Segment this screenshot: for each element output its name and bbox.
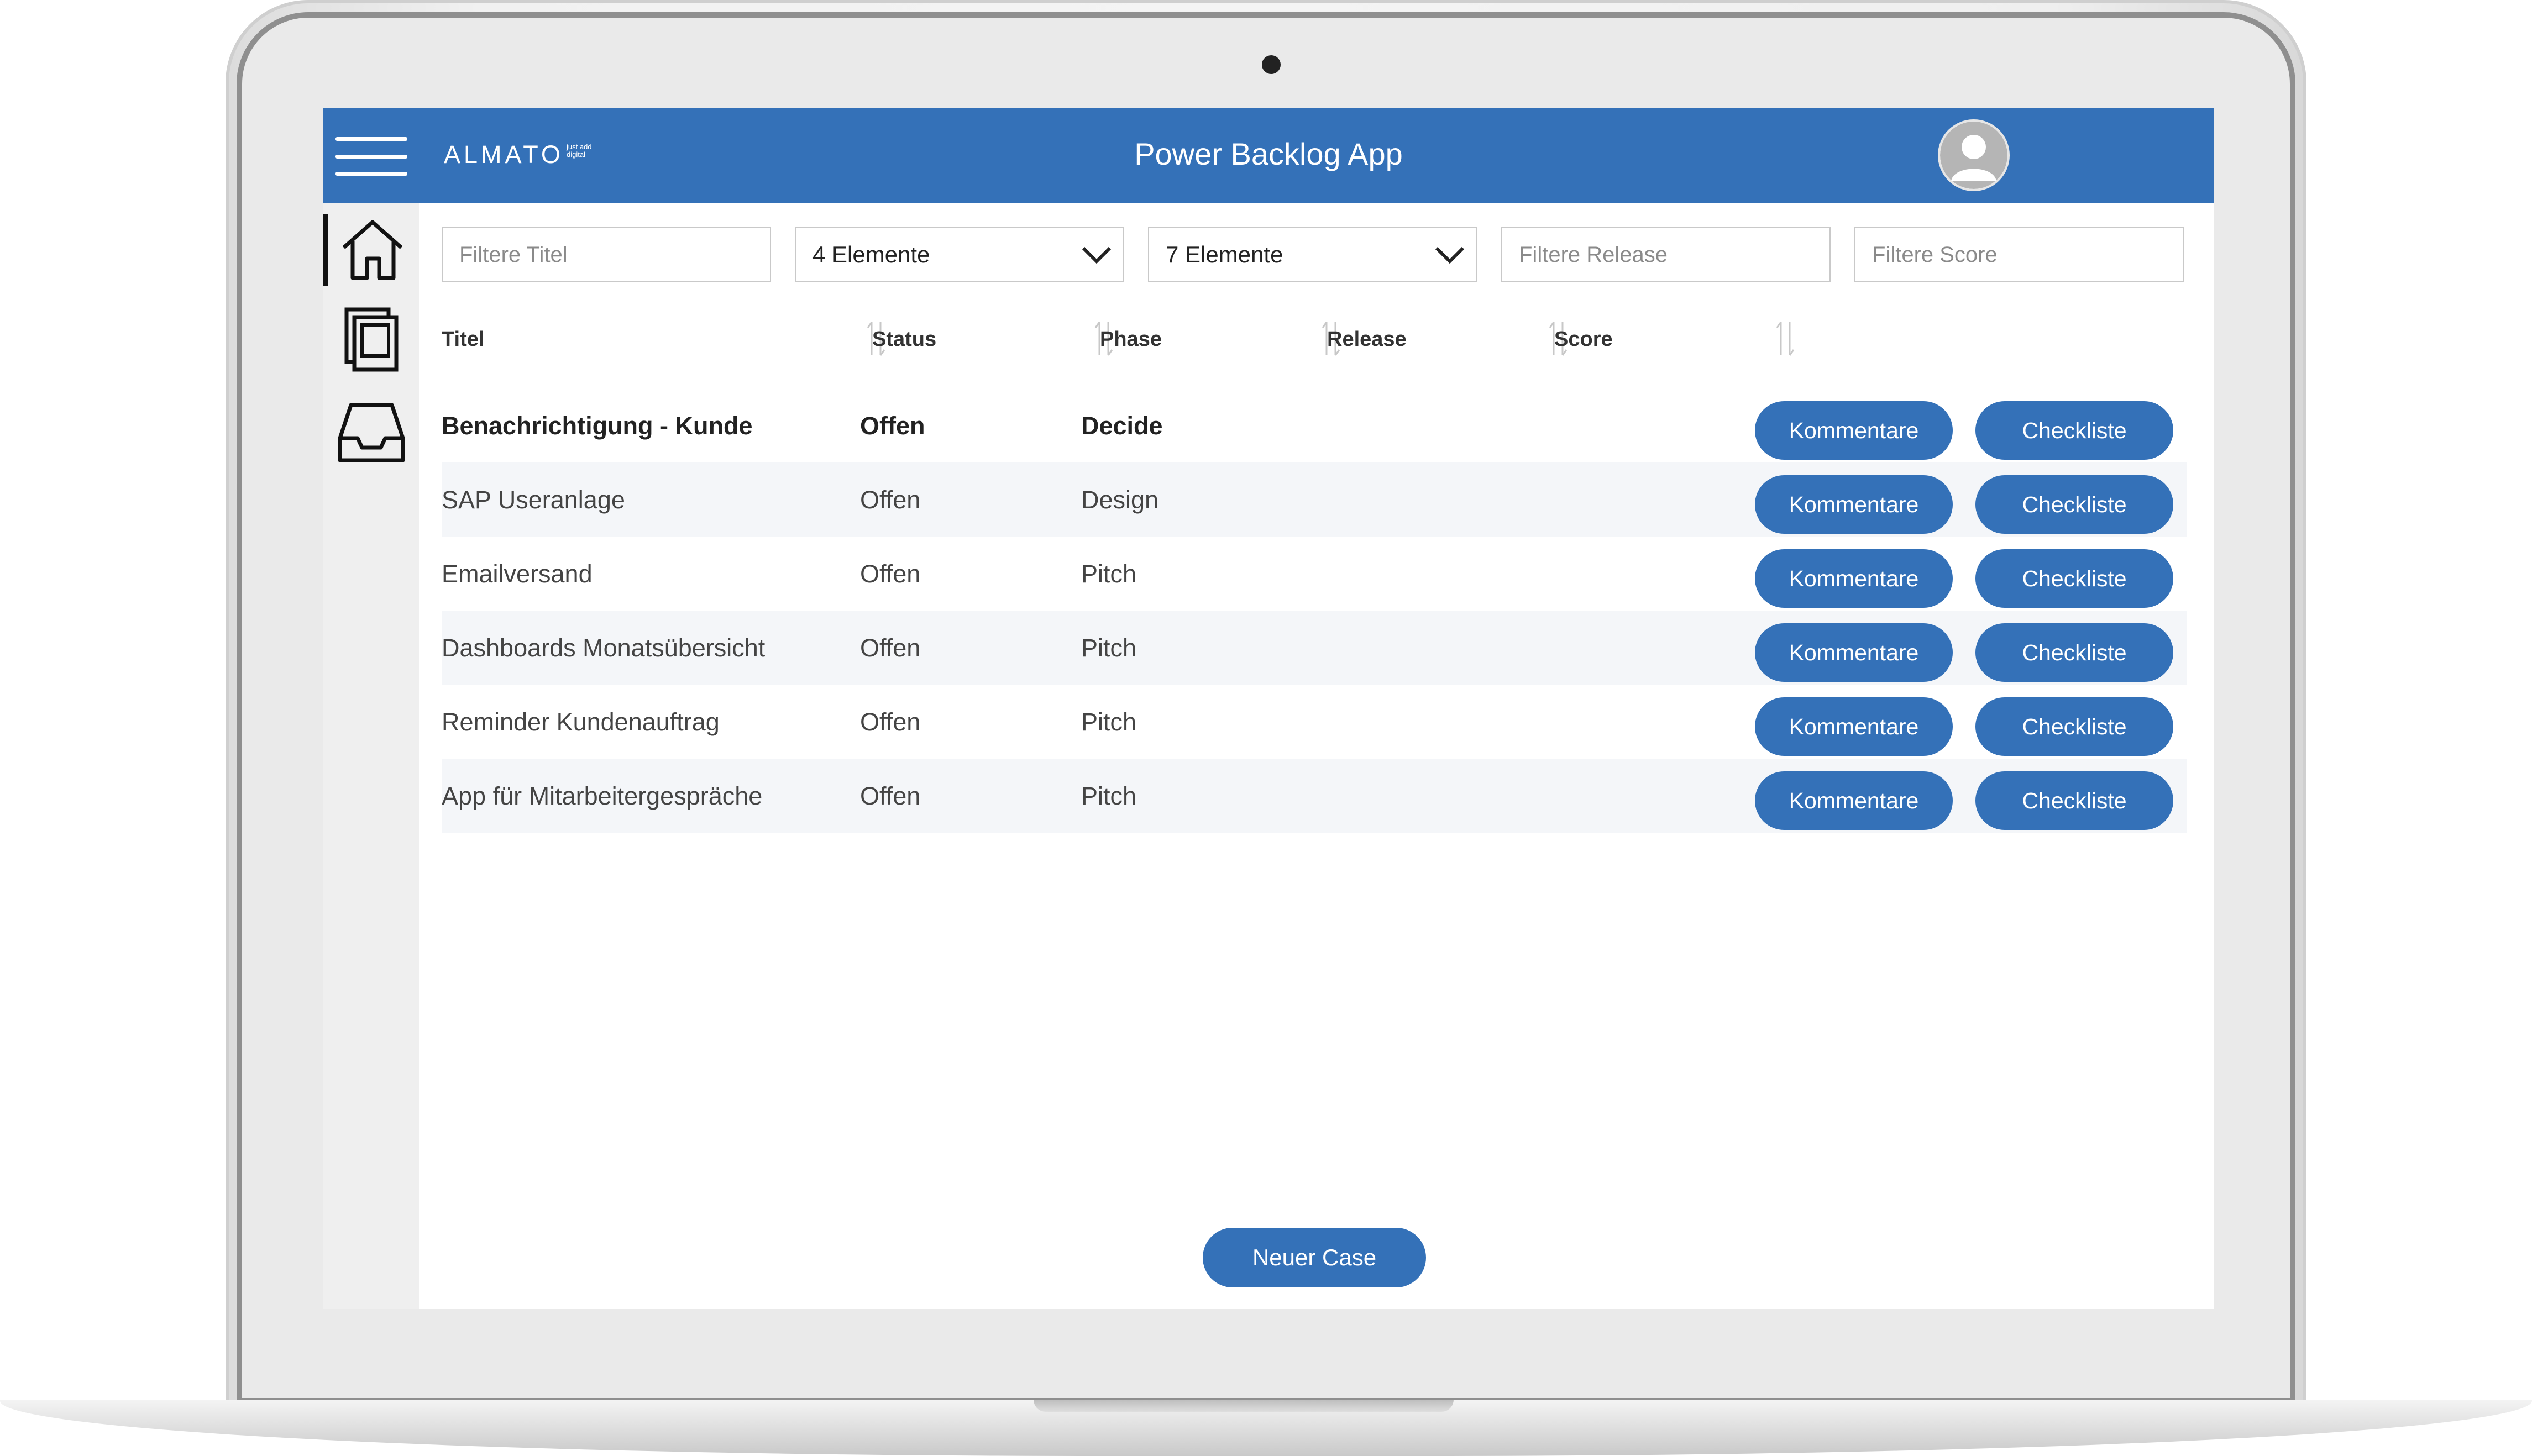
table-row[interactable]: SAP Useranlage Offen Design Kommentare C… (442, 462, 2187, 537)
checkliste-button[interactable]: Checkliste (1975, 401, 2173, 460)
column-header-release[interactable]: Release (1327, 328, 1407, 351)
sidebar-item-home[interactable] (323, 214, 419, 286)
table-row[interactable]: App für Mitarbeitergespräche Offen Pitch… (442, 759, 2187, 833)
sort-icon[interactable] (1774, 317, 1796, 361)
table-row[interactable]: Dashboards Monatsübersicht Offen Pitch K… (442, 611, 2187, 685)
phase-dropdown-value: 7 Elemente (1166, 241, 1283, 267)
kommentare-button[interactable]: Kommentare (1755, 549, 1953, 608)
row-status: Offen (860, 634, 921, 662)
chevron-down-icon (1082, 246, 1112, 264)
row-titel: SAP Useranlage (442, 486, 625, 514)
row-phase: Pitch (1081, 634, 1137, 662)
user-icon (1940, 122, 2007, 189)
kommentare-button[interactable]: Kommentare (1755, 697, 1953, 756)
home-icon (342, 220, 403, 280)
table-row[interactable]: Benachrichtigung - Kunde Offen Decide Ko… (442, 388, 2187, 462)
row-phase: Pitch (1081, 782, 1137, 810)
row-status: Offen (860, 486, 921, 514)
filter-release-input[interactable] (1501, 227, 1831, 282)
column-header-phase[interactable]: Phase (1100, 328, 1162, 351)
table-row[interactable]: Reminder Kundenauftrag Offen Pitch Komme… (442, 685, 2187, 759)
row-titel: App für Mitarbeitergespräche (442, 782, 763, 810)
column-header-titel[interactable]: Titel (442, 328, 484, 351)
kommentare-button[interactable]: Kommentare (1755, 623, 1953, 682)
row-phase: Pitch (1081, 560, 1137, 588)
row-titel: Emailversand (442, 560, 593, 588)
row-status: Offen (860, 412, 925, 440)
checkliste-button[interactable]: Checkliste (1975, 475, 2173, 534)
new-case-button[interactable]: Neuer Case (1203, 1228, 1426, 1287)
inbox-tray-icon (338, 403, 405, 462)
column-header-score[interactable]: Score (1554, 328, 1613, 351)
status-dropdown-value: 4 Elemente (812, 241, 930, 267)
stacked-pages-icon (344, 307, 399, 372)
checkliste-button[interactable]: Checkliste (1975, 697, 2173, 756)
sidebar-item-inbox[interactable] (323, 397, 419, 469)
app-screen: ALMATO just add digital Power Backlog Ap… (323, 108, 2214, 1309)
kommentare-button[interactable]: Kommentare (1755, 401, 1953, 460)
main-content: 4 Elemente 7 Elemente Titel Status Phase… (419, 203, 2214, 1309)
phase-dropdown[interactable]: 7 Elemente (1148, 227, 1477, 282)
table-row[interactable]: Emailversand Offen Pitch Kommentare Chec… (442, 537, 2187, 611)
filter-title-input[interactable] (442, 227, 771, 282)
webcam-icon (1262, 55, 1281, 74)
row-status: Offen (860, 708, 921, 736)
row-titel: Benachrichtigung - Kunde (442, 412, 753, 440)
row-phase: Design (1081, 486, 1159, 514)
sidebar-item-stack[interactable] (323, 304, 419, 376)
kommentare-button[interactable]: Kommentare (1755, 475, 1953, 534)
laptop-notch (1034, 1400, 1454, 1412)
checkliste-button[interactable]: Checkliste (1975, 549, 2173, 608)
kommentare-button[interactable]: Kommentare (1755, 771, 1953, 830)
checkliste-button[interactable]: Checkliste (1975, 771, 2173, 830)
filter-score-input[interactable] (1854, 227, 2184, 282)
row-status: Offen (860, 782, 921, 810)
row-phase: Decide (1081, 412, 1163, 440)
chevron-down-icon (1435, 246, 1465, 264)
sidebar (323, 203, 419, 1309)
row-status: Offen (860, 560, 921, 588)
row-titel: Dashboards Monatsübersicht (442, 634, 766, 662)
app-title: Power Backlog App (1134, 136, 1403, 171)
app-header: ALMATO just add digital Power Backlog Ap… (323, 108, 2214, 203)
checkliste-button[interactable]: Checkliste (1975, 623, 2173, 682)
row-titel: Reminder Kundenauftrag (442, 708, 720, 736)
status-dropdown[interactable]: 4 Elemente (795, 227, 1124, 282)
row-phase: Pitch (1081, 708, 1137, 736)
column-header-status[interactable]: Status (872, 328, 936, 351)
user-avatar[interactable] (1938, 119, 2010, 191)
